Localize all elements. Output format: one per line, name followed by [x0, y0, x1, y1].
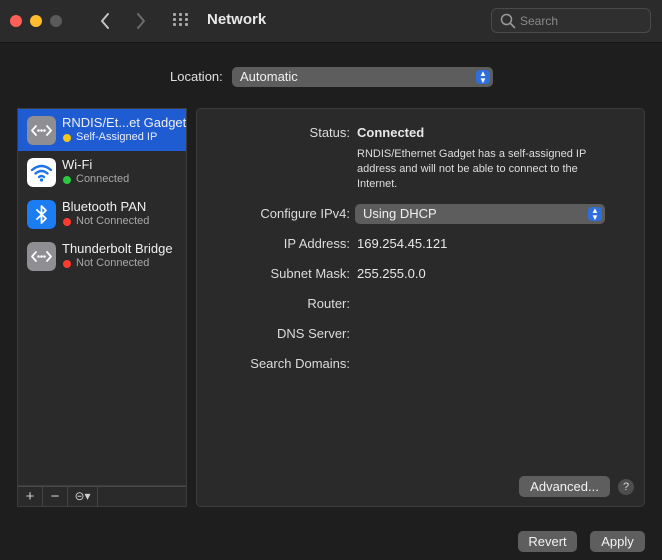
search-domains-label: Search Domains:	[250, 356, 350, 371]
title-bar: Network	[0, 0, 662, 43]
thunderbolt-bridge-icon	[27, 242, 56, 271]
service-status: Self-Assigned IP	[76, 131, 158, 143]
wifi-icon	[27, 158, 56, 187]
configure-ipv4-value: Using DHCP	[363, 206, 437, 221]
minimize-window-button[interactable]	[30, 15, 42, 27]
window-title: Network	[207, 11, 267, 28]
remove-service-button[interactable]: −	[43, 487, 68, 506]
status-dot-yellow-icon	[63, 134, 71, 142]
zoom-window-button[interactable]	[50, 15, 62, 27]
status-dot-red-icon	[63, 218, 71, 226]
close-window-button[interactable]	[10, 15, 22, 27]
action-menu-button[interactable]: ⊝▾	[68, 487, 98, 506]
status-description: RNDIS/Ethernet Gadget has a self-assigne…	[357, 148, 587, 190]
service-detail-panel: Status: Connected RNDIS/Ethernet Gadget …	[196, 108, 645, 507]
ethernet-icon	[27, 116, 56, 145]
service-status: Connected	[76, 173, 130, 185]
dns-server-label: DNS Server:	[277, 326, 350, 341]
subnet-mask-value: 255.255.0.0	[357, 266, 426, 281]
advanced-button[interactable]: Advanced...	[519, 476, 610, 497]
status-value: Connected	[357, 125, 425, 140]
bluetooth-icon	[27, 200, 56, 229]
select-stepper-icon: ▲ ▼	[588, 207, 602, 222]
help-button[interactable]: ?	[618, 479, 634, 495]
revert-button[interactable]: Revert	[518, 531, 577, 552]
service-name: Bluetooth PAN	[62, 199, 147, 214]
location-value: Automatic	[240, 69, 298, 84]
status-label: Status:	[309, 125, 350, 140]
chevron-left-icon	[101, 13, 109, 29]
service-status: Not Connected	[76, 215, 150, 227]
status-dot-green-icon	[63, 176, 71, 184]
configure-ipv4-label: Configure IPv4:	[260, 206, 350, 221]
service-list-toolbar: + − ⊝▾	[17, 486, 187, 507]
ip-address-label: IP Address:	[283, 236, 350, 251]
ip-address-value: 169.254.45.121	[357, 236, 448, 251]
apply-button[interactable]: Apply	[590, 531, 645, 552]
configure-ipv4-select[interactable]: Using DHCP ▲ ▼	[355, 204, 605, 224]
search-input[interactable]	[520, 12, 645, 29]
search-icon	[500, 13, 516, 29]
location-select[interactable]: Automatic ▲ ▼	[232, 67, 493, 87]
subnet-mask-label: Subnet Mask:	[270, 266, 351, 281]
back-button[interactable]	[95, 10, 115, 32]
service-name: Wi-Fi	[62, 157, 93, 172]
show-all-grid-icon[interactable]	[173, 13, 191, 29]
status-dot-red-icon	[63, 260, 71, 268]
chevron-right-icon	[137, 13, 145, 29]
service-status: Not Connected	[76, 257, 150, 269]
forward-button[interactable]	[131, 10, 151, 32]
location-label: Location:	[170, 69, 223, 84]
service-item-wifi[interactable]: Wi-Fi Connected	[18, 151, 186, 193]
router-label: Router:	[307, 296, 350, 311]
search-field[interactable]	[491, 8, 651, 33]
select-stepper-icon: ▲ ▼	[476, 70, 490, 85]
add-service-button[interactable]: +	[18, 487, 43, 506]
